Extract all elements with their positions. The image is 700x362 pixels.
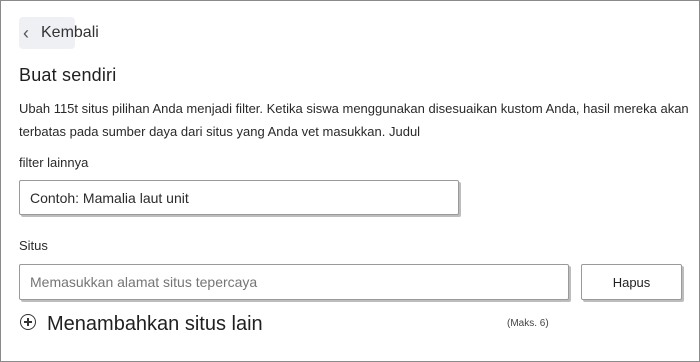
max-sites-note: (Maks. 6) — [507, 318, 549, 329]
site-label: Situs — [19, 238, 48, 253]
filter-name-input[interactable] — [19, 180, 459, 215]
add-site-link[interactable]: Menambahkan situs lain — [47, 313, 263, 336]
delete-site-button[interactable]: Hapus — [581, 264, 682, 300]
site-url-input[interactable] — [19, 264, 569, 300]
chevron-left-icon[interactable]: ‹ — [23, 23, 29, 43]
filter-name-label: filter lainnya — [19, 155, 89, 170]
page-title: Buat sendiri — [19, 65, 117, 85]
back-button-label[interactable]: Kembali — [41, 24, 99, 42]
add-circle-icon[interactable] — [20, 314, 36, 330]
description-text: Ubah 115t situs pilihan Anda menjadi fil… — [19, 101, 689, 139]
custom-filter-panel: ‹ Kembali Buat sendiri Ubah 115t situs p… — [0, 0, 700, 362]
